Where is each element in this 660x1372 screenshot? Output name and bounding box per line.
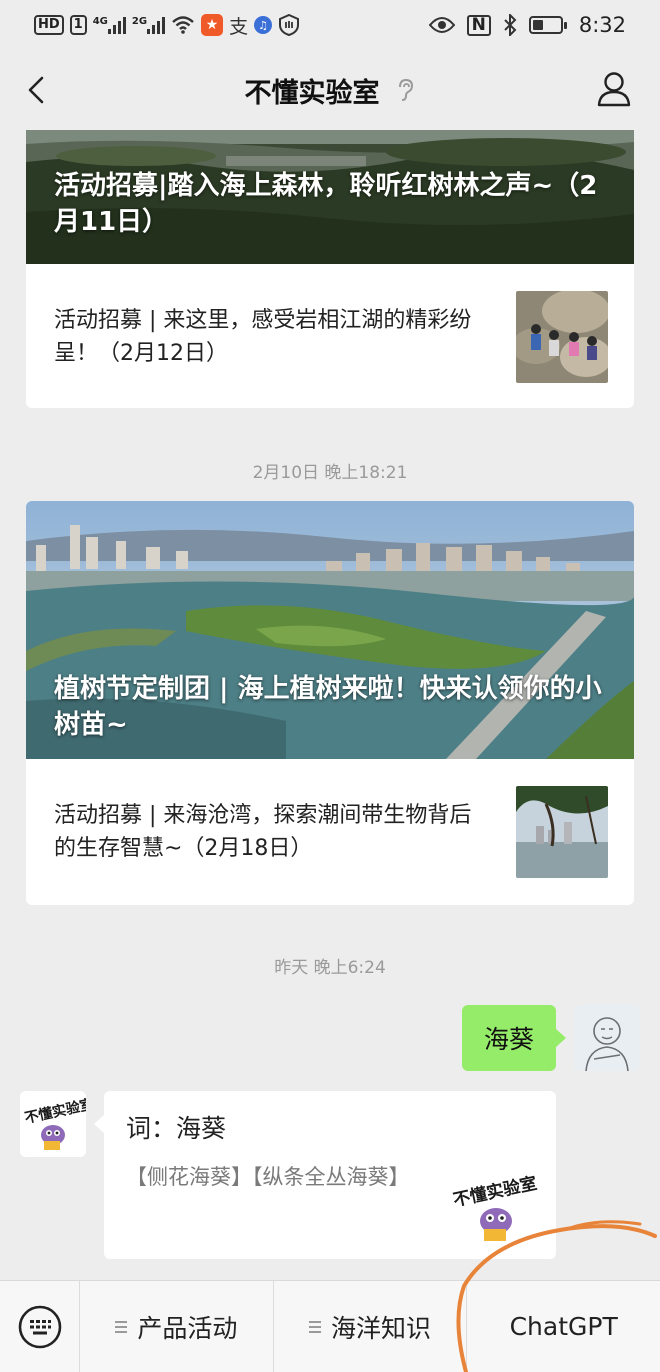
menu-item-products[interactable]: 产品活动 bbox=[80, 1281, 273, 1372]
battery-icon bbox=[528, 16, 567, 34]
keyboard-icon bbox=[18, 1305, 61, 1348]
profile-icon[interactable] bbox=[596, 70, 632, 108]
article-sub-item[interactable]: 活动招募 | 来海沧湾，探索潮间带生物背后的生存智慧~（2月18日） bbox=[26, 759, 634, 905]
chat-area[interactable]: 活动招募|踏入海上森林，聆听红树林之声~（2月11日） 活动招募 | 来这里，感… bbox=[0, 130, 660, 1280]
menu-item-label: 海洋知识 bbox=[331, 1313, 432, 1343]
outgoing-message[interactable]: 海葵 bbox=[461, 1005, 567, 1071]
article-card: 植树节定制团 | 海上植树来啦！快来认领你的小树苗~ 活动招募 | 来海沧湾，探… bbox=[26, 501, 634, 905]
official-account-avatar[interactable]: 不懂实验室 bbox=[20, 1091, 86, 1157]
bluetooth-icon bbox=[504, 14, 517, 36]
word-line: 词：海葵 bbox=[126, 1114, 227, 1143]
page-title: 不懂实验室 bbox=[244, 77, 380, 109]
outgoing-message-text: 海葵 bbox=[483, 1025, 534, 1054]
message-timestamp: 昨天 晚上6:24 bbox=[274, 958, 386, 978]
clock: 8:32 bbox=[578, 13, 626, 37]
article-sub-item[interactable]: 活动招募 | 来这里，感受岩相江湖的精彩纷呈！（2月12日） bbox=[26, 264, 634, 408]
hd-indicator: HD bbox=[34, 15, 64, 35]
eye-icon bbox=[428, 17, 455, 33]
nfc-icon: N bbox=[466, 14, 491, 36]
chat-header: 不懂实验室 bbox=[0, 50, 660, 130]
sim-indicator: 1 bbox=[69, 15, 87, 35]
article-card: 活动招募|踏入海上森林，聆听红树林之声~（2月11日） 活动招募 | 来这里，感… bbox=[26, 130, 634, 408]
signal-2g-icon: 2G bbox=[132, 16, 166, 34]
lab-mascot-sticker: 不懂实验室 bbox=[451, 1173, 539, 1241]
article-cover-title: 活动招募|踏入海上森林，聆听红树林之声~（2月11日） bbox=[54, 171, 598, 237]
article-thumbnail bbox=[516, 291, 608, 383]
music-app-icon: ♫ bbox=[254, 16, 273, 34]
menu-item-ocean-knowledge[interactable]: 海洋知识 bbox=[272, 1280, 467, 1372]
article-cover[interactable]: 活动招募|踏入海上森林，聆听红树林之声~（2月11日） bbox=[26, 130, 634, 264]
list-icon bbox=[309, 1320, 321, 1333]
message-timestamp: 2月10日 晚上18:21 bbox=[252, 463, 408, 483]
signal-4g-icon: 4G bbox=[93, 16, 126, 34]
alipay-icon: 支 bbox=[229, 15, 249, 38]
keyboard-toggle-button[interactable] bbox=[0, 1280, 80, 1372]
user-avatar[interactable] bbox=[574, 1005, 640, 1071]
menu-item-chatgpt[interactable]: ChatGPT bbox=[466, 1280, 660, 1372]
status-bar: HD 1 4G 2G ★ 支 ♫ N 8:32 bbox=[0, 0, 660, 50]
article-cover-title: 植树节定制团 | 海上植树来啦！快来认领你的小树苗~ bbox=[54, 674, 602, 740]
wifi-icon bbox=[172, 16, 194, 34]
list-icon bbox=[115, 1320, 128, 1333]
ear-icon bbox=[398, 78, 413, 101]
article-thumbnail bbox=[516, 786, 608, 878]
menu-item-label: ChatGPT bbox=[509, 1312, 618, 1341]
article-sub-title: 活动招募 | 来海沧湾，探索潮间带生物背后的生存智慧~（2月18日） bbox=[54, 803, 472, 861]
menu-item-label: 产品活动 bbox=[137, 1313, 238, 1343]
article-sub-title: 活动招募 | 来这里，感受岩相江湖的精彩纷呈！（2月12日） bbox=[54, 308, 472, 366]
bottom-menu-bar: 产品活动 海洋知识 ChatGPT bbox=[0, 1280, 660, 1372]
incoming-message[interactable]: 词：海葵 【侧花海葵】【纵条全丛海葵】 不懂实验室 bbox=[94, 1091, 556, 1259]
svg-text:不懂实验室: 不懂实验室 bbox=[451, 1173, 539, 1211]
fitness-app-icon: ★ bbox=[201, 14, 224, 36]
article-cover[interactable]: 植树节定制团 | 海上植树来啦！快来认领你的小树苗~ bbox=[26, 501, 634, 759]
back-arrow-icon[interactable] bbox=[22, 74, 52, 106]
meaning-line: 【侧花海葵】【纵条全丛海葵】 bbox=[126, 1165, 410, 1189]
hand-shield-icon bbox=[279, 14, 300, 36]
